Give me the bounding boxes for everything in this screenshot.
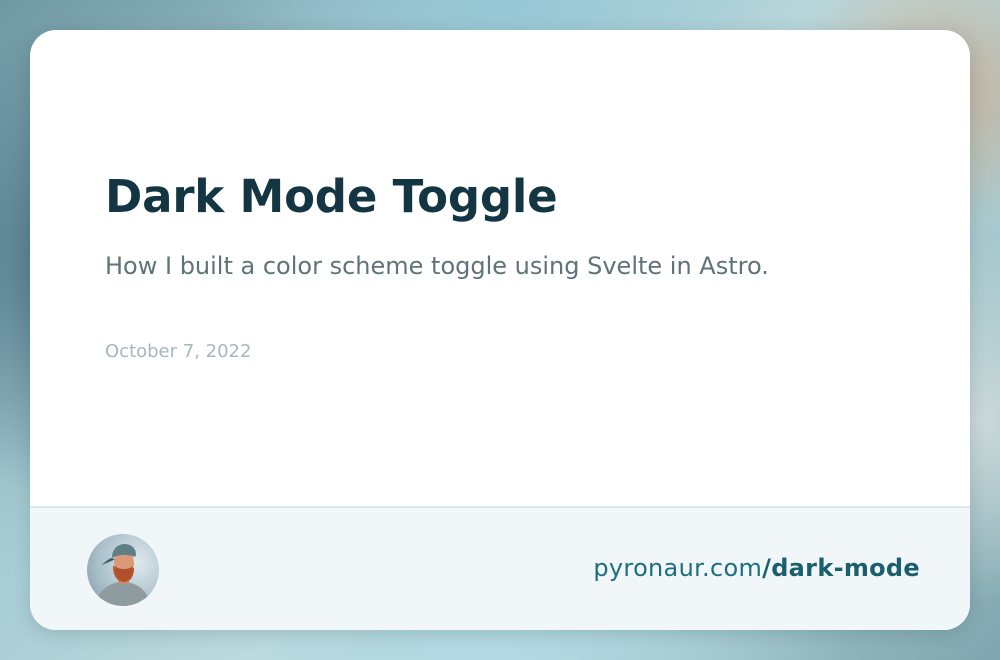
post-date: October 7, 2022	[105, 341, 252, 362]
post-title: Dark Mode Toggle	[105, 170, 558, 223]
post-description: How I built a color scheme toggle using …	[105, 252, 769, 280]
social-card: Dark Mode Toggle How I built a color sch…	[30, 30, 970, 630]
card-footer: pyronaur.com/dark-mode	[30, 506, 970, 630]
avatar	[87, 534, 159, 606]
url-path: /dark-mode	[762, 554, 920, 582]
card-content: Dark Mode Toggle How I built a color sch…	[30, 30, 970, 506]
post-url[interactable]: pyronaur.com/dark-mode	[593, 554, 920, 582]
url-domain: pyronaur.com	[593, 554, 763, 582]
author-avatar-icon	[95, 544, 151, 606]
